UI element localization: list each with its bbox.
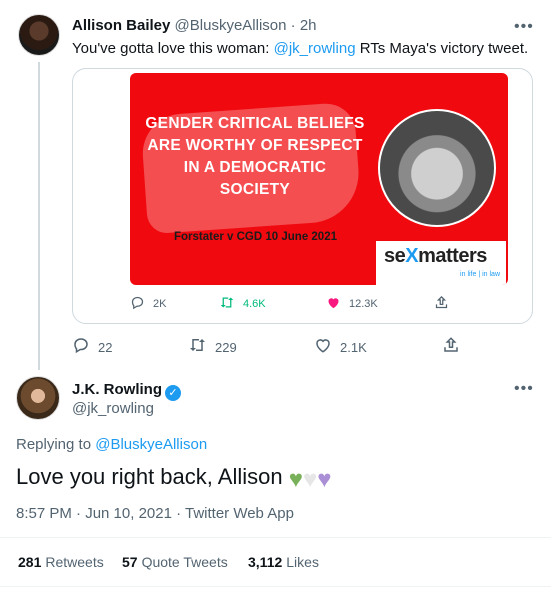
like-icon — [314, 336, 332, 359]
reply-tweet-more-icon[interactable]: ••• — [514, 18, 534, 36]
purple-heart-icon: ♥ — [317, 466, 332, 493]
retweet-icon — [188, 336, 207, 359]
reply-icon — [72, 336, 90, 359]
reply-tweet-text: You've gotta love this woman: @jk_rowlin… — [72, 40, 528, 57]
reply-text-after: RTs Maya's victory tweet. — [355, 40, 529, 57]
allison-handle[interactable]: @BluskyeAllison — [175, 17, 287, 34]
header-separator: · — [290, 17, 296, 34]
like-icon — [326, 295, 341, 313]
reply-tweet-header: Allison Bailey @BluskyeAllison · 2h — [72, 17, 317, 34]
main-tweet-body: Love you right back, Allison — [16, 464, 283, 489]
reply-tweet-action-bar: 22 229 2.1K — [72, 336, 492, 358]
logo-x: X — [405, 245, 419, 267]
retweets-label: Retweets — [45, 554, 104, 570]
quote-tweets-stat[interactable]: 57 Quote Tweets — [122, 554, 228, 570]
green-heart-icon: ♥ — [288, 466, 303, 493]
embedded-media-card[interactable]: GENDER CRITICAL BELIEFS ARE WORTHY OF RE… — [72, 68, 533, 324]
share-icon — [442, 336, 460, 359]
divider-top — [0, 537, 551, 538]
portrait-photo — [378, 109, 496, 227]
jk-rowling-avatar[interactable] — [16, 376, 60, 420]
tweet-timestamp[interactable]: 8:57 PM · Jun 10, 2021 · Twitter Web App — [16, 505, 294, 522]
allison-display-name[interactable]: Allison Bailey — [72, 17, 170, 34]
embed-retweet-button[interactable]: 4.6K — [219, 295, 266, 313]
embed-reply-count: 2K — [153, 298, 167, 310]
jk-display-name[interactable]: J.K. Rowling — [72, 381, 162, 398]
reply-button[interactable]: 22 — [72, 336, 112, 359]
like-count: 2.1K — [340, 340, 367, 355]
replying-to-link[interactable]: @BluskyeAllison — [95, 436, 207, 453]
embed-reply-button[interactable]: 2K — [130, 295, 166, 313]
embed-retweet-count: 4.6K — [243, 298, 266, 310]
replying-to-line: Replying to @BluskyeAllison — [16, 436, 207, 453]
thread-line — [38, 62, 40, 370]
verified-icon: ✓ — [165, 384, 181, 401]
campaign-banner-image[interactable]: GENDER CRITICAL BELIEFS ARE WORTHY OF RE… — [130, 73, 508, 285]
mention-link[interactable]: @jk_rowling — [274, 40, 356, 57]
white-heart-icon: ♥ — [302, 466, 318, 493]
reply-count: 22 — [98, 340, 113, 355]
retweets-count: 281 — [18, 554, 42, 570]
logo-tagline: in life | in law — [460, 271, 500, 278]
embed-action-bar: 2K 4.6K 12.3K — [130, 295, 510, 315]
share-icon — [434, 295, 449, 313]
sexmatters-logo: seXmatters in life | in law — [376, 241, 506, 285]
banner-line-3: IN A DEMOCRATIC — [183, 159, 327, 176]
retweet-button[interactable]: 229 — [188, 336, 237, 359]
main-tweet-text: Love you right back, Allison ♥♥♥ — [16, 464, 331, 492]
quotes-count: 57 — [122, 554, 138, 570]
tweet-time[interactable]: 2h — [300, 17, 317, 34]
jk-handle[interactable]: @jk_rowling — [72, 400, 154, 417]
banner-line-2: ARE WORTHY OF RESPECT — [147, 137, 363, 154]
main-tweet-name-row: J.K. Rowling ✓ — [72, 381, 181, 401]
reply-icon — [130, 295, 145, 313]
quotes-label: Quote Tweets — [141, 554, 228, 570]
banner-line-1: GENDER CRITICAL BELIEFS — [145, 115, 365, 132]
share-button[interactable] — [442, 336, 460, 359]
likes-count: 3,112 — [248, 554, 283, 570]
main-tweet-more-icon[interactable]: ••• — [514, 380, 534, 398]
replying-prefix: Replying to — [16, 436, 96, 453]
banner-line-4: SOCIETY — [219, 181, 291, 198]
likes-label: Likes — [286, 554, 319, 570]
divider-bottom — [0, 586, 551, 587]
retweet-icon — [219, 295, 235, 313]
embed-like-button[interactable]: 12.3K — [326, 295, 378, 313]
banner-caption: Forstater v CGD 10 June 2021 — [174, 231, 337, 243]
allison-avatar[interactable] — [18, 14, 60, 56]
embed-like-count: 12.3K — [349, 298, 378, 310]
retweet-count: 229 — [215, 340, 237, 355]
likes-stat[interactable]: 3,112 Likes — [248, 554, 319, 570]
like-button[interactable]: 2.1K — [314, 336, 367, 359]
logo-pre: se — [384, 245, 406, 267]
reply-text-before: You've gotta love this woman: — [72, 40, 274, 57]
logo-post: matters — [418, 245, 487, 267]
embed-share-button[interactable] — [434, 295, 449, 313]
retweets-stat[interactable]: 281 Retweets — [18, 554, 104, 570]
